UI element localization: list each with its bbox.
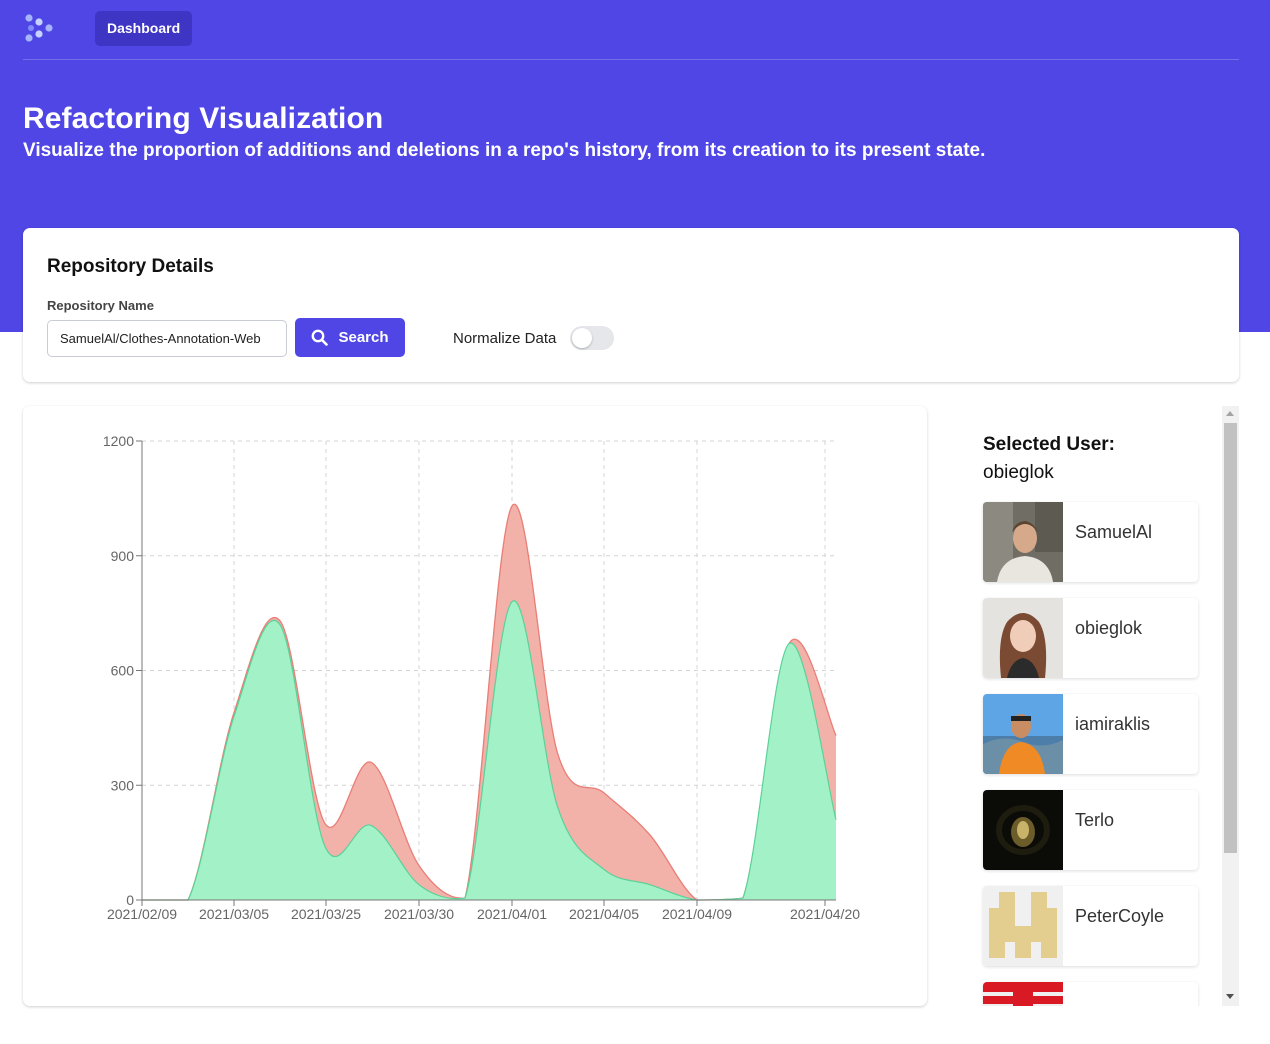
user-card[interactable]: SamuelAl xyxy=(983,502,1198,582)
selected-user-title: Selected User: xyxy=(983,434,1116,455)
user-name: SamuelAl xyxy=(1075,522,1153,542)
x-tick-label: 2021/03/30 xyxy=(384,906,454,922)
user-name: Terlo xyxy=(1075,810,1115,830)
logo-icon[interactable] xyxy=(23,12,55,44)
user-name: iamiraklis xyxy=(1075,714,1151,734)
user-name: PeterCoyle xyxy=(1075,906,1165,926)
page-title: Refactoring Visualization xyxy=(23,102,384,135)
repository-name-label: Repository Name xyxy=(47,298,154,313)
y-tick-label: 1200 xyxy=(103,433,134,449)
avatar xyxy=(983,502,1063,582)
normalize-data-toggle[interactable] xyxy=(570,326,614,350)
repository-details-heading: Repository Details xyxy=(47,256,214,277)
scrollbar-thumb[interactable] xyxy=(1224,423,1237,853)
avatar xyxy=(983,694,1063,774)
avatar xyxy=(983,598,1063,678)
scrollbar[interactable] xyxy=(1222,406,1239,1006)
repository-details-card: Repository Details Repository Name Searc… xyxy=(23,228,1239,382)
chart-card: 0 300 600 900 1200 2021/02/09 2021/03/05 2021/0… xyxy=(23,406,927,1006)
user-card[interactable]: PeterCoyle xyxy=(983,886,1198,966)
avatar xyxy=(983,886,1063,966)
additions-deletions-chart: 030060090012002021/02/09 2021/03/05 2021/0… xyxy=(103,433,860,922)
user-card[interactable]: iamiraklis xyxy=(983,694,1198,774)
y-tick-label: 300 xyxy=(111,777,135,793)
additions-area xyxy=(142,600,836,900)
search-button[interactable]: Search xyxy=(295,318,405,357)
normalize-data-label: Normalize Data xyxy=(453,330,557,347)
selected-user-name: obieglok xyxy=(983,462,1054,483)
user-card[interactable]: Terlo xyxy=(983,790,1198,870)
x-tick-label: 2021/04/20 xyxy=(790,906,860,922)
x-tick-label: 2021/03/05 xyxy=(199,906,269,922)
user-list: SamuelAl obieglok iamiraklis Terlo Peter… xyxy=(983,502,1198,1006)
toggle-knob xyxy=(572,328,592,348)
avatar xyxy=(983,982,1063,1006)
avatar xyxy=(983,790,1063,870)
scroll-up-icon[interactable] xyxy=(1226,411,1234,416)
scroll-down-icon[interactable] xyxy=(1226,994,1234,999)
user-card[interactable]: obieglok xyxy=(983,598,1198,678)
search-icon xyxy=(312,329,329,346)
user-sidebar: Selected User: obieglok SamuelAl obieglo… xyxy=(960,406,1239,1006)
x-tick-label: 2021/04/01 xyxy=(477,906,547,922)
page-subtitle: Visualize the proportion of additions an… xyxy=(23,140,986,161)
y-tick-label: 600 xyxy=(111,663,135,679)
repository-name-input[interactable] xyxy=(47,320,287,357)
top-navigation: Dashboard xyxy=(23,0,1239,60)
y-tick-label: 900 xyxy=(111,548,135,564)
x-tick-label: 2021/04/09 xyxy=(662,906,732,922)
search-button-label: Search xyxy=(338,329,389,346)
x-tick-label: 2021/04/05 xyxy=(569,906,639,922)
user-card[interactable] xyxy=(983,982,1198,1006)
x-tick-label: 2021/03/25 xyxy=(291,906,361,922)
x-tick-label: 2021/02/09 xyxy=(107,906,177,922)
dashboard-nav-button[interactable]: Dashboard xyxy=(95,11,193,46)
user-name: obieglok xyxy=(1075,618,1143,638)
